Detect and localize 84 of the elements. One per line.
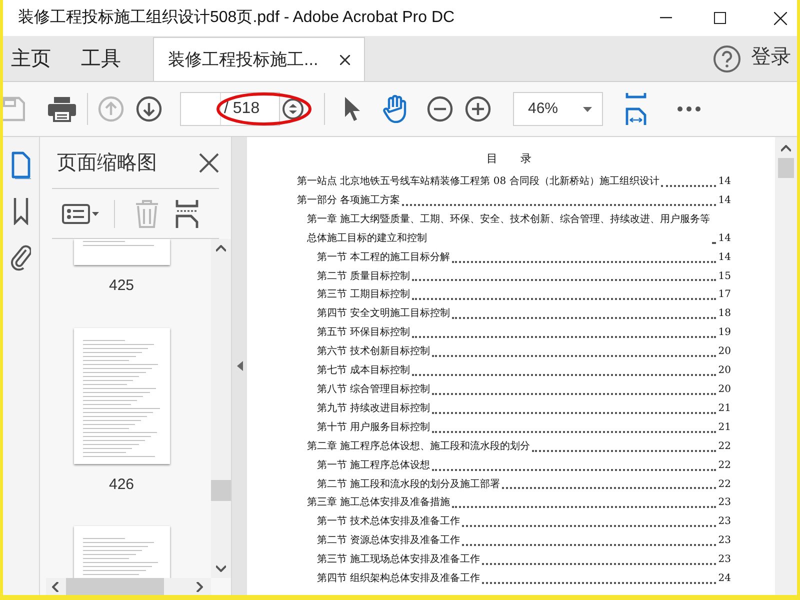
toc-title: 第一部分 各项施工方案	[297, 194, 400, 208]
scroll-up-icon[interactable]	[781, 145, 791, 152]
page-label: 425	[108, 276, 134, 296]
toc-page-number: 18	[718, 307, 731, 322]
toc-title: 第三节 工期目标控制	[317, 288, 410, 302]
toc-page-number: 20	[718, 382, 731, 397]
tab[interactable]: 主页	[3, 37, 63, 81]
close-icon[interactable]	[774, 12, 787, 24]
scrollbar-thumb[interactable]	[778, 158, 794, 178]
toc-title: 第二节 质量目标控制	[317, 270, 410, 284]
pointer-icon[interactable]	[343, 96, 361, 122]
close-icon[interactable]	[199, 152, 219, 172]
page-thumbnail[interactable]	[74, 239, 170, 265]
fit-page-icon[interactable]	[625, 93, 649, 125]
toc-page-number: 23	[718, 515, 731, 530]
zoom-in-icon[interactable]	[465, 96, 491, 122]
toc-page-number: 20	[718, 364, 731, 378]
toc-page-number: 22	[718, 478, 731, 492]
scroll-right-icon[interactable]	[196, 582, 203, 592]
scroll-down-icon[interactable]	[216, 565, 226, 572]
toc-page-number: 14	[718, 194, 731, 208]
toc-page-number: 14	[718, 175, 731, 189]
toc-page-number: 17	[718, 288, 731, 302]
toc-title: 第五节 环保目标控制	[317, 326, 410, 340]
paperclip-icon[interactable]	[11, 243, 31, 271]
toc-page-number: 14	[718, 250, 731, 265]
toc-title: 第八节 综合管理目标控制	[317, 382, 430, 397]
scroll-up-icon[interactable]	[216, 245, 226, 252]
window-title: 装修工程投标施工组织设计508页.pdf - Adobe Acrobat Pro DC	[17, 8, 456, 28]
minimize-icon[interactable]	[660, 17, 672, 19]
toc-title: 第四节 安全文明施工目标控制	[317, 306, 450, 322]
toc-title: 第六节 技术创新目标控制	[317, 344, 430, 360]
toc-title: 第一节 本工程的施工目标分解	[317, 250, 450, 265]
close-tab-icon[interactable]	[340, 54, 350, 64]
tab[interactable]: 装修工程投标施工...	[153, 37, 366, 81]
bookmark-icon[interactable]	[13, 197, 29, 225]
toc-title: 第二节 资源总体安排及准备工作	[317, 534, 460, 548]
panel-title: 页面缩略图	[57, 150, 158, 176]
zoom-dropdown[interactable]: 46%	[513, 92, 603, 126]
page-stepper-icon[interactable]	[282, 98, 304, 120]
toc-page-number: 22	[718, 458, 731, 473]
zoom-out-icon[interactable]	[427, 96, 453, 122]
toc-title: 第四节 组织架构总体安排及准备工作	[317, 572, 480, 586]
options-icon[interactable]	[62, 204, 100, 224]
toc-page-number: 20	[718, 345, 731, 360]
sign-in-button[interactable]: 登录	[751, 42, 791, 72]
toc-heading: 目 录	[485, 151, 543, 167]
toc-title: 第一章 施工大纲暨质量、工期、环保、安全、技术创新、综合管理、持续改进、用户服务等总体施工目标的建立和控制	[307, 212, 710, 246]
scrollbar-thumb[interactable]	[211, 480, 231, 501]
hand-icon[interactable]	[383, 95, 407, 123]
page-count: / 518	[224, 99, 260, 119]
toc-title: 第十节 用户服务目标控制	[317, 420, 430, 435]
toc-title: 第一节 技术总体安排及准备工作	[317, 514, 460, 530]
tab[interactable]: 工具	[69, 37, 133, 81]
toc-page-number: 15	[718, 270, 731, 284]
page-icon[interactable]	[11, 151, 31, 179]
collapse-panel-icon[interactable]	[236, 361, 242, 371]
toc-page-number: 23	[718, 496, 731, 510]
page-thumbnail[interactable]	[74, 328, 170, 464]
page-label: 426	[108, 474, 134, 494]
toc-title: 第二节 施工段和流水段的划分及施工部署	[317, 478, 500, 492]
maximize-icon[interactable]	[714, 12, 726, 24]
toc-page-number: 23	[718, 534, 731, 548]
caret-icon	[583, 106, 592, 112]
more-icon[interactable]	[677, 106, 701, 112]
toc-title: 第七节 成本目标控制	[317, 364, 410, 378]
toc-page-number: 21	[718, 420, 731, 435]
toc-page-number: 23	[718, 553, 731, 568]
toc-page-number: 22	[718, 440, 731, 454]
toc-page-number: 14	[718, 232, 731, 246]
toc-title: 第二章 施工程序总体设想、施工段和流水段的划分	[307, 440, 530, 454]
scrollbar-thumb[interactable]	[66, 578, 164, 595]
toc-title: 第一节 施工程序总体设想	[317, 458, 430, 473]
toc-title: 第九节 持续改进目标控制	[317, 402, 430, 416]
extract-pages-icon[interactable]	[175, 200, 199, 228]
printer-icon[interactable]	[47, 96, 77, 122]
toc-page-number: 24	[718, 572, 731, 586]
toc-title: 第三节 施工现场总体安排及准备工作	[317, 552, 480, 568]
toc-title: 第三章 施工总体安排及准备措施	[307, 496, 450, 510]
toc-title: 第一站点 北京地铁五号线车站精装修工程第 08 合同段（北新桥站）施工组织设计	[297, 174, 660, 189]
toc-page-number: 19	[718, 326, 731, 340]
help-icon[interactable]	[713, 45, 741, 73]
toc-page-number: 21	[718, 402, 731, 416]
scroll-left-icon[interactable]	[52, 582, 59, 592]
